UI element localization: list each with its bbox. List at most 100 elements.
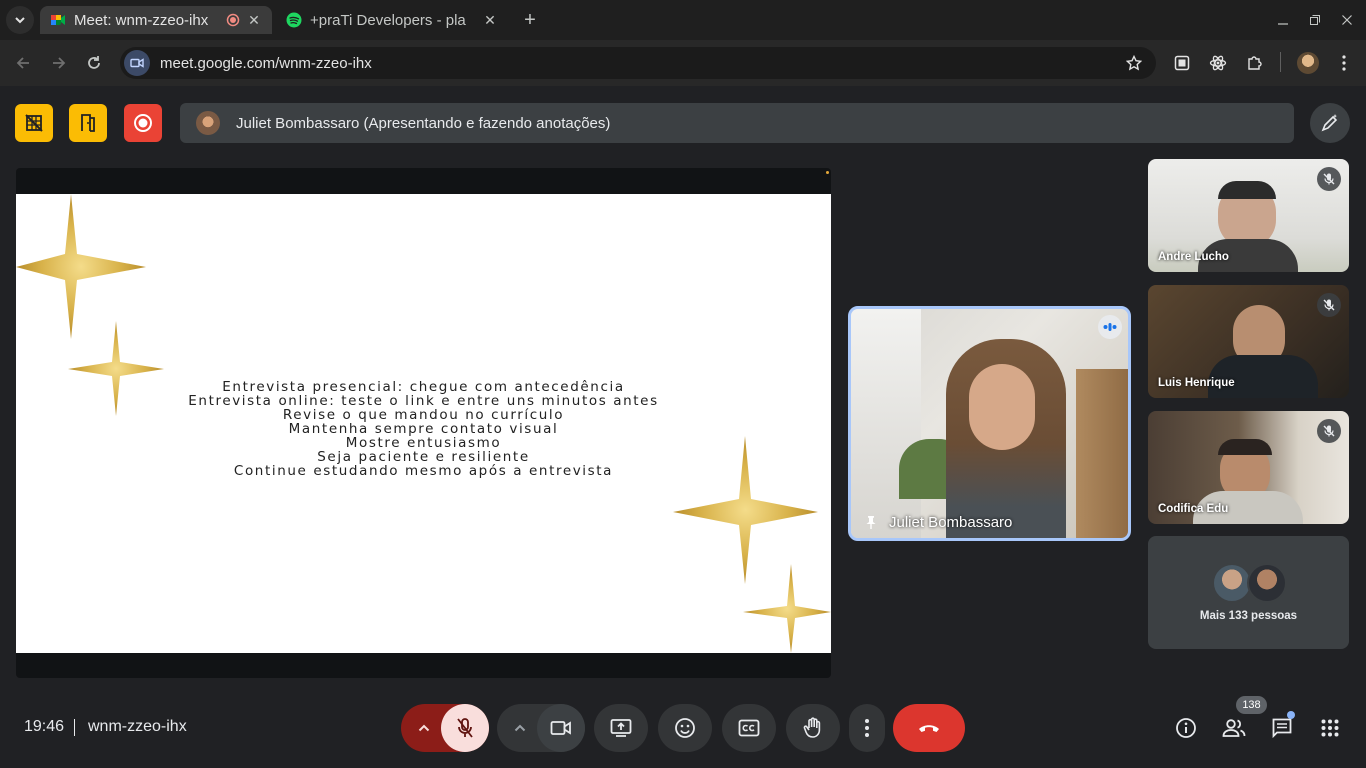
tab-strip: Meet: wnm-zzeo-ihx ✕ +praTi Developers -… [0, 0, 1366, 40]
url-text: meet.google.com/wnm-zzeo-ihx [160, 54, 372, 72]
person-hair [1218, 439, 1272, 455]
new-tab-button[interactable]: + [518, 8, 542, 32]
browser-menu-button[interactable] [1334, 52, 1354, 74]
mic-toggle-button[interactable] [441, 704, 489, 752]
more-options-button[interactable] [849, 704, 885, 752]
recording-icon [226, 13, 240, 27]
mic-off-icon [1323, 425, 1335, 437]
google-meet-icon [51, 15, 65, 25]
meeting-time: 19:46 [24, 718, 65, 735]
chevron-down-icon [15, 17, 25, 24]
mic-off-icon [1323, 299, 1335, 311]
meeting-code: wnm-zzeo-ihx [88, 718, 187, 735]
puzzle-icon [1248, 56, 1262, 70]
people-icon [1222, 719, 1246, 737]
chat-icon [1272, 718, 1292, 739]
participant-name: Andre Lucho [1158, 251, 1229, 263]
tab-capture-button[interactable] [1170, 52, 1194, 74]
time-separator [74, 719, 75, 736]
video-camera-icon [550, 721, 571, 735]
chat-unread-dot [1287, 711, 1295, 719]
end-call-icon [919, 725, 939, 732]
pinned-participant-tile[interactable]: Juliet Bombassaro [848, 306, 1131, 541]
slide-line: Continue estudando mesmo após a entrevis… [233, 463, 614, 479]
speaking-indicator [1098, 315, 1122, 339]
chat-button[interactable] [1258, 704, 1306, 752]
slide-line: Seja paciente e resiliente [317, 449, 530, 465]
hand-icon [803, 717, 821, 738]
more-vertical-icon [865, 719, 869, 737]
chevron-up-icon [514, 724, 526, 732]
captions-button[interactable] [722, 704, 776, 752]
profile-avatar[interactable] [1297, 52, 1319, 74]
cast-icon [1174, 55, 1190, 71]
leave-call-button[interactable] [893, 704, 965, 752]
mic-off-icon [1323, 173, 1335, 185]
participant-avatar [1247, 563, 1287, 603]
react-devtools-button[interactable] [1206, 52, 1230, 74]
recording-button[interactable] [124, 104, 162, 142]
more-vertical-icon [1342, 55, 1346, 71]
slide-line: Entrevista presencial: chegue com antece… [222, 379, 625, 395]
close-tab-icon[interactable]: ✕ [246, 12, 262, 29]
tab-title: +praTi Developers - pla [310, 11, 466, 29]
tab-meet[interactable]: Meet: wnm-zzeo-ihx ✕ [40, 6, 272, 34]
chevron-up-icon [418, 724, 430, 732]
spotify-icon [286, 12, 302, 28]
activities-button[interactable] [1306, 704, 1354, 752]
participant-name: Juliet Bombassaro [889, 514, 1013, 531]
slide-line: Mantenha sempre contato visual [288, 421, 559, 437]
presenter-avatar [196, 111, 220, 135]
pointer-dot [826, 171, 829, 174]
forward-button[interactable] [46, 50, 72, 76]
reload-button[interactable] [81, 50, 107, 76]
restore-icon [1310, 15, 1320, 25]
slide-line: Revise o que mandou no currículo [282, 407, 565, 423]
close-icon [1342, 15, 1352, 25]
back-button[interactable] [10, 50, 36, 76]
more-participants-tile[interactable]: Mais 133 pessoas [1148, 536, 1349, 649]
react-icon [1209, 55, 1227, 71]
slide-line: Entrevista online: teste o link e entre … [188, 393, 659, 409]
star-icon [1126, 55, 1142, 71]
mic-off-icon [457, 718, 473, 738]
raise-hand-button[interactable] [786, 704, 840, 752]
minimize-icon [1278, 23, 1288, 25]
mic-off-indicator [1317, 293, 1341, 317]
sparkle-shape [743, 564, 831, 653]
grid-off-icon [25, 114, 43, 132]
participant-name: Codifica Edu [1158, 503, 1229, 515]
restore-button[interactable] [1304, 10, 1326, 30]
door-icon [81, 114, 95, 132]
meeting-details-button[interactable] [1162, 704, 1210, 752]
emoji-icon [675, 718, 695, 738]
bookmark-button[interactable] [1124, 53, 1144, 73]
close-tab-icon[interactable]: ✕ [482, 12, 498, 29]
arrow-right-icon [53, 57, 66, 69]
minimize-button[interactable] [1272, 10, 1294, 30]
participant-tile[interactable]: Luis Henrique [1148, 285, 1349, 398]
breakout-rooms-button[interactable] [69, 104, 107, 142]
camera-toggle-button[interactable] [537, 704, 585, 752]
audio-options-button[interactable] [408, 712, 440, 744]
window-area [851, 309, 921, 538]
arrow-left-icon [16, 57, 29, 69]
tab-spotify[interactable]: +praTi Developers - pla ✕ [276, 6, 508, 34]
annotate-button[interactable] [1310, 103, 1350, 143]
slide-text-block: Entrevista presencial: chegue com antece… [16, 380, 831, 478]
close-window-button[interactable] [1336, 10, 1358, 30]
participant-tile[interactable]: Andre Lucho [1148, 159, 1349, 272]
site-info-button[interactable] [124, 50, 150, 76]
reactions-button[interactable] [658, 704, 712, 752]
host-controls-button[interactable] [15, 104, 53, 142]
plus-icon: + [524, 8, 536, 31]
video-options-button[interactable] [504, 712, 536, 744]
address-bar[interactable]: meet.google.com/wnm-zzeo-ihx [120, 47, 1156, 79]
extensions-button[interactable] [1243, 52, 1267, 74]
info-icon [1176, 718, 1196, 738]
participant-tile[interactable]: Codifica Edu [1148, 411, 1349, 524]
present-button[interactable] [594, 704, 648, 752]
tab-search-button[interactable] [6, 6, 34, 34]
person-hair [1218, 181, 1276, 199]
participant-avatar [1212, 563, 1252, 603]
